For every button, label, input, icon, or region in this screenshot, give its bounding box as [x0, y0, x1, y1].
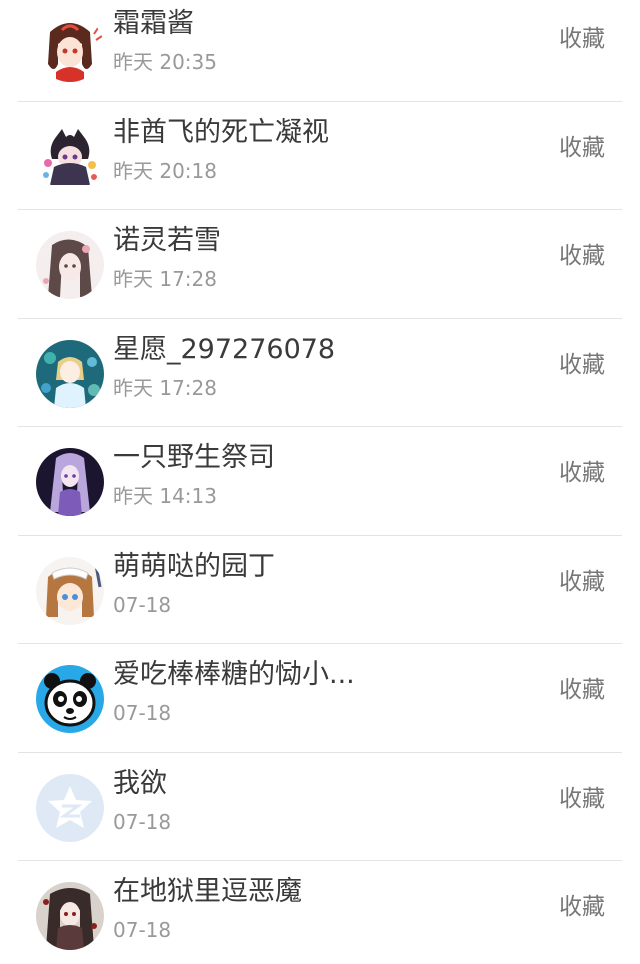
- contact-name: 萌萌哒的园丁: [113, 550, 275, 582]
- contact-time: 07-18: [113, 592, 172, 617]
- contact-name: 我欲: [113, 767, 167, 799]
- favorite-button[interactable]: 收藏: [559, 130, 605, 166]
- contact-time: 07-18: [113, 701, 172, 725]
- anime-girl-purple-avatar[interactable]: [36, 448, 104, 516]
- list-item[interactable]: 一只野生祭司 昨天 14:13 收藏: [0, 427, 640, 536]
- favorite-button[interactable]: 收藏: [559, 21, 605, 57]
- anime-girl-brown-avatar[interactable]: [36, 556, 104, 625]
- contact-time: 07-18: [113, 809, 172, 834]
- contact-time: 昨天 20:18: [113, 158, 217, 183]
- list-item[interactable]: 霜霜酱 昨天 20:35 收藏: [0, 0, 640, 102]
- contact-name: 爱吃棒棒糖的恸小...: [113, 659, 355, 690]
- contact-name: 诺灵若雪: [113, 225, 221, 256]
- list-item[interactable]: 星愿_297276078 昨天 17:28 收藏: [0, 319, 640, 427]
- list-item[interactable]: 非酋飞的死亡凝视 昨天 20:18 收藏: [0, 102, 640, 210]
- anime-chibi-dark-avatar[interactable]: [36, 122, 104, 191]
- list-item[interactable]: 在地狱里逗恶魔 07-18 收藏: [0, 861, 640, 964]
- qzone-icon[interactable]: [36, 773, 104, 842]
- favorite-button[interactable]: 收藏: [559, 889, 605, 925]
- contact-time: 昨天 20:35: [113, 50, 217, 74]
- contact-time: 昨天 14:13: [113, 484, 217, 508]
- list-item[interactable]: 爱吃棒棒糖的恸小... 07-18 收藏: [0, 644, 640, 753]
- contact-name: 非酋飞的死亡凝视: [113, 116, 329, 148]
- panda-icon[interactable]: [36, 665, 104, 733]
- contact-time: 昨天 17:28: [113, 267, 217, 291]
- list-item[interactable]: 萌萌哒的园丁 07-18 收藏: [0, 536, 640, 644]
- anime-girl-sketch-avatar[interactable]: [36, 231, 104, 299]
- contact-name: 星愿_297276078: [113, 333, 336, 365]
- favorite-button[interactable]: 收藏: [559, 781, 605, 817]
- contact-time: 昨天 17:28: [113, 375, 217, 400]
- contact-list: 霜霜酱 昨天 20:35 收藏 非酋飞的死亡凝视 昨天 20:18 收藏 诺灵若…: [0, 0, 640, 964]
- favorite-button[interactable]: 收藏: [559, 455, 605, 491]
- list-item[interactable]: 我欲 07-18 收藏: [0, 753, 640, 861]
- contact-name: 一只野生祭司: [113, 442, 275, 473]
- favorite-button[interactable]: 收藏: [559, 238, 605, 274]
- contact-name: 霜霜酱: [113, 8, 194, 39]
- anime-girl-red-avatar[interactable]: [36, 14, 104, 82]
- list-item[interactable]: 诺灵若雪 昨天 17:28 收藏: [0, 210, 640, 319]
- anime-gothic-avatar[interactable]: [36, 882, 104, 950]
- favorite-button[interactable]: 收藏: [559, 672, 605, 708]
- favorite-button[interactable]: 收藏: [559, 564, 605, 600]
- contact-time: 07-18: [113, 918, 172, 942]
- favorite-button[interactable]: 收藏: [559, 347, 605, 383]
- anime-girl-blue-avatar[interactable]: [36, 339, 104, 408]
- contact-name: 在地狱里逗恶魔: [113, 876, 302, 907]
